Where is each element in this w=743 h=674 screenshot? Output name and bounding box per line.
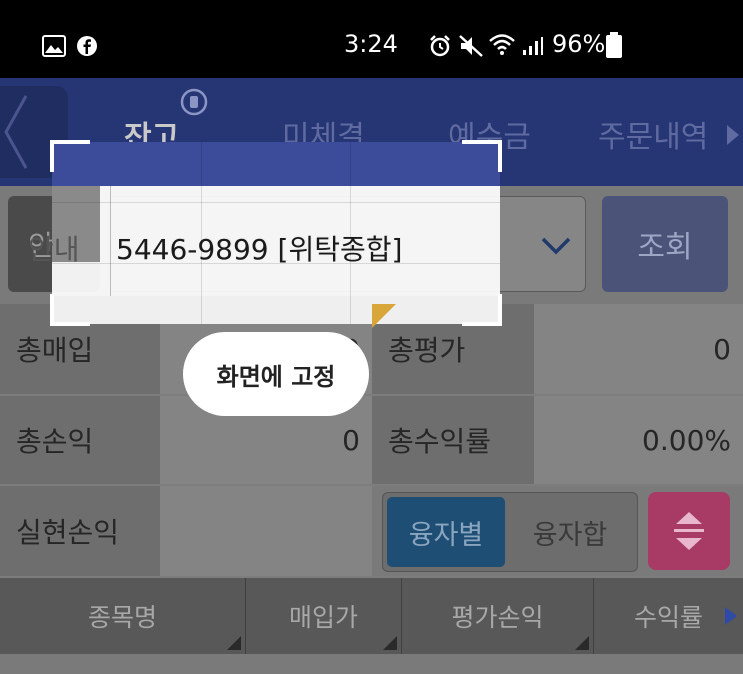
- alarm-icon: [430, 35, 450, 57]
- status-bar: 3:24 96%: [0, 0, 743, 78]
- col-stock-name-label: 종목명: [87, 603, 157, 632]
- up-down-arrows-icon: [674, 512, 704, 550]
- status-time: 3:24: [344, 30, 398, 58]
- crop-handle-top-right[interactable]: [462, 140, 502, 172]
- col-purchase-price-label: 매입가: [288, 603, 358, 632]
- facebook-icon: [77, 36, 97, 56]
- scroll-right-icon[interactable]: [724, 606, 738, 626]
- table-body: [0, 654, 743, 674]
- preview-guide-label: 안내: [28, 233, 80, 266]
- wifi-icon: [489, 34, 515, 55]
- total-eval-value: 0: [534, 304, 743, 394]
- preview-account-value: 5446-9899 [위탁종합]: [116, 233, 403, 266]
- sort-toggle-button[interactable]: [648, 492, 730, 570]
- crop-handle-top-left[interactable]: [50, 140, 90, 172]
- realized-pnl-label: 실현손익: [0, 486, 160, 576]
- tab-order-history[interactable]: 주문내역: [598, 112, 708, 156]
- col-return-label: 수익률: [633, 603, 703, 632]
- sync-badge-icon: [180, 88, 208, 116]
- col-eval-pnl-label: 평가손익: [451, 603, 544, 632]
- query-button[interactable]: 조회: [602, 196, 728, 292]
- back-arrow-icon: [4, 95, 28, 169]
- chevron-down-icon: [541, 237, 571, 255]
- tab-scroll-right-icon[interactable]: [726, 124, 740, 146]
- col-return[interactable]: 수익률: [594, 578, 743, 654]
- mute-icon: [459, 35, 483, 57]
- battery-percent: 96%: [552, 30, 606, 58]
- col-eval-pnl[interactable]: 평가손익: [402, 578, 594, 654]
- holdings-table-header: 종목명 매입가 평가손익 수익률: [0, 578, 743, 654]
- signal-icon: [523, 37, 543, 55]
- loan-segment: 융자별 융자합: [382, 492, 638, 572]
- realized-pnl-value: [160, 486, 372, 576]
- battery-icon: [606, 32, 622, 58]
- total-return-value: 0.00%: [534, 396, 743, 484]
- total-return-label: 총수익률: [372, 396, 534, 484]
- grid-line: [52, 202, 500, 203]
- corner-marker-icon: [372, 304, 396, 328]
- capture-tab-strip: [52, 142, 500, 186]
- crop-handle-bottom-left[interactable]: [50, 294, 90, 326]
- crop-handle-bottom-right[interactable]: [462, 294, 502, 326]
- loan-sum-button[interactable]: 융자합: [507, 497, 633, 567]
- loan-toggle-area: 융자별 융자합: [372, 486, 743, 576]
- by-loan-button[interactable]: 융자별: [387, 497, 505, 567]
- preview-strip: [52, 296, 500, 324]
- col-stock-name[interactable]: 종목명: [0, 578, 246, 654]
- gallery-icon: [42, 35, 66, 57]
- total-pnl-label: 총손익: [0, 396, 160, 484]
- col-purchase-price[interactable]: 매입가: [246, 578, 402, 654]
- pin-to-screen-button[interactable]: 화면에 고정: [183, 332, 369, 416]
